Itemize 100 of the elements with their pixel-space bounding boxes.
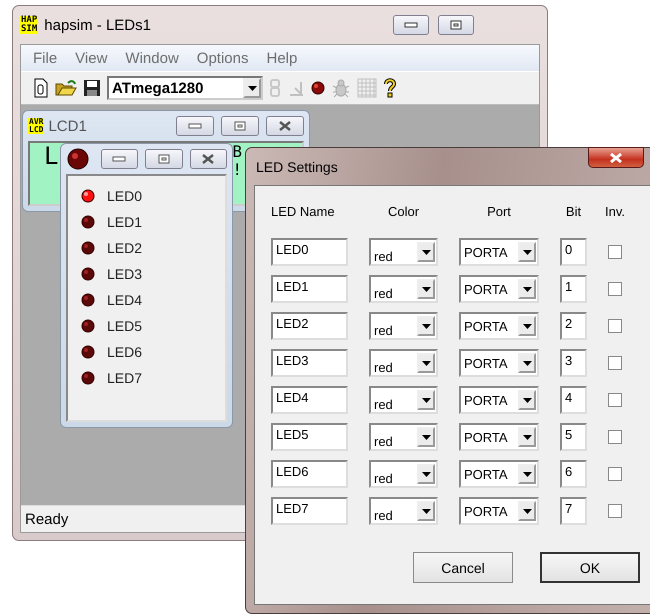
- help-icon[interactable]: [383, 78, 397, 98]
- inverted-checkbox[interactable]: [608, 430, 622, 444]
- name-field[interactable]: LED1: [271, 275, 348, 303]
- name-field[interactable]: LED3: [271, 349, 348, 377]
- port-dropdown[interactable]: PORTA: [459, 349, 539, 377]
- caret-icon: [422, 324, 430, 328]
- inverted-checkbox[interactable]: [608, 319, 622, 333]
- status-text: Ready: [25, 510, 68, 528]
- port-dropdown[interactable]: PORTA: [459, 312, 539, 340]
- bit-field[interactable]: 2: [560, 312, 587, 340]
- led-icon: [66, 147, 90, 171]
- caret-icon: [522, 360, 532, 366]
- port-dropdown[interactable]: PORTA: [459, 460, 539, 488]
- column-header: Color: [388, 204, 420, 219]
- close-button[interactable]: [266, 116, 304, 136]
- maximize-button[interactable]: [438, 15, 474, 35]
- color-dropdown[interactable]: red: [369, 460, 438, 488]
- column-header: Inv.: [605, 204, 625, 219]
- led-label: LED6: [107, 344, 142, 360]
- led-label: LED5: [107, 318, 142, 334]
- minimize-button[interactable]: [393, 15, 429, 35]
- column-header: Bit: [566, 204, 582, 219]
- bit-field[interactable]: 0: [560, 238, 587, 266]
- cancel-button[interactable]: Cancel: [413, 552, 513, 583]
- caret-icon: [422, 472, 430, 476]
- port-dropdown[interactable]: PORTA: [459, 238, 539, 266]
- caret-icon: [422, 286, 430, 292]
- led-label: LED3: [107, 266, 142, 282]
- minimize-icon: [112, 156, 126, 162]
- name-field[interactable]: LED5: [271, 423, 348, 451]
- name-field[interactable]: LED6: [271, 460, 348, 488]
- color-dropdown[interactable]: red: [369, 349, 438, 377]
- inverted-checkbox[interactable]: [608, 504, 622, 518]
- color-dropdown[interactable]: red: [369, 312, 438, 340]
- inverted-checkbox[interactable]: [608, 356, 622, 370]
- maximize-button[interactable]: [145, 149, 183, 169]
- maximize-icon: [234, 121, 246, 131]
- menu-item[interactable]: Help: [258, 50, 306, 66]
- save-icon[interactable]: [83, 79, 101, 97]
- open-folder-icon[interactable]: [55, 79, 77, 97]
- minimize-icon: [188, 123, 202, 129]
- device-dropdown[interactable]: ATmega1280: [107, 76, 263, 100]
- caret-icon: [522, 434, 532, 440]
- color-dropdown[interactable]: red: [369, 497, 438, 525]
- menu-item[interactable]: File: [25, 50, 66, 66]
- color-dropdown[interactable]: red: [369, 386, 438, 414]
- lcd-logo: AVR LCD: [28, 118, 44, 134]
- led-label: LED0: [107, 188, 142, 204]
- port-dropdown[interactable]: PORTA: [459, 497, 539, 525]
- minimize-button[interactable]: [100, 149, 138, 169]
- inverted-checkbox[interactable]: [608, 245, 622, 259]
- port-dropdown[interactable]: PORTA: [459, 386, 539, 414]
- column-header: LED Name: [271, 204, 335, 219]
- caret-icon: [422, 360, 430, 366]
- bit-field[interactable]: 7: [560, 497, 587, 525]
- dialog-title: LED Settings: [256, 158, 338, 174]
- inverted-checkbox[interactable]: [608, 393, 622, 407]
- caret-icon: [522, 398, 532, 402]
- port-dropdown[interactable]: PORTA: [459, 275, 539, 303]
- led-icon[interactable]: [311, 81, 325, 95]
- inverted-checkbox[interactable]: [608, 467, 622, 481]
- menu-item[interactable]: Window: [117, 50, 187, 66]
- name-field[interactable]: LED4: [271, 386, 348, 414]
- name-field[interactable]: LED7: [271, 497, 348, 525]
- close-button[interactable]: [190, 149, 227, 169]
- color-dropdown[interactable]: red: [369, 423, 438, 451]
- bit-field[interactable]: 6: [560, 460, 587, 488]
- bit-field[interactable]: 5: [560, 423, 587, 451]
- lcd-text: B: [232, 143, 242, 161]
- ok-button[interactable]: OK: [540, 552, 640, 583]
- lcd-text: !: [232, 161, 242, 179]
- caret-icon: [522, 250, 532, 254]
- lcd-text: L: [44, 143, 58, 172]
- name-field[interactable]: LED2: [271, 312, 348, 340]
- led-label: LED7: [107, 370, 142, 386]
- menu-item[interactable]: View: [67, 50, 116, 66]
- close-icon: [610, 152, 622, 162]
- caret-icon: [422, 250, 430, 254]
- led-label: LED2: [107, 240, 142, 256]
- color-dropdown[interactable]: red: [369, 275, 438, 303]
- port-dropdown[interactable]: PORTA: [459, 423, 539, 451]
- name-field[interactable]: LED0: [271, 238, 348, 266]
- inverted-checkbox[interactable]: [608, 282, 622, 296]
- maximize-button[interactable]: [221, 116, 259, 136]
- color-dropdown[interactable]: red: [369, 238, 438, 266]
- close-button[interactable]: [588, 147, 644, 168]
- menu-item[interactable]: Options: [188, 50, 256, 66]
- bit-field[interactable]: 3: [560, 349, 587, 377]
- caret-icon: [248, 86, 256, 90]
- led-label: LED4: [107, 292, 142, 308]
- bit-field[interactable]: 1: [560, 275, 587, 303]
- column-header: Port: [487, 204, 511, 219]
- caret-icon: [422, 398, 430, 402]
- bit-field[interactable]: 4: [560, 386, 587, 414]
- app-logo: HAP SIM: [20, 16, 38, 34]
- caret-icon: [522, 472, 532, 476]
- close-icon: [279, 121, 291, 131]
- minimize-button[interactable]: [176, 116, 214, 136]
- caret-icon: [422, 434, 430, 440]
- new-file-icon[interactable]: [33, 78, 49, 98]
